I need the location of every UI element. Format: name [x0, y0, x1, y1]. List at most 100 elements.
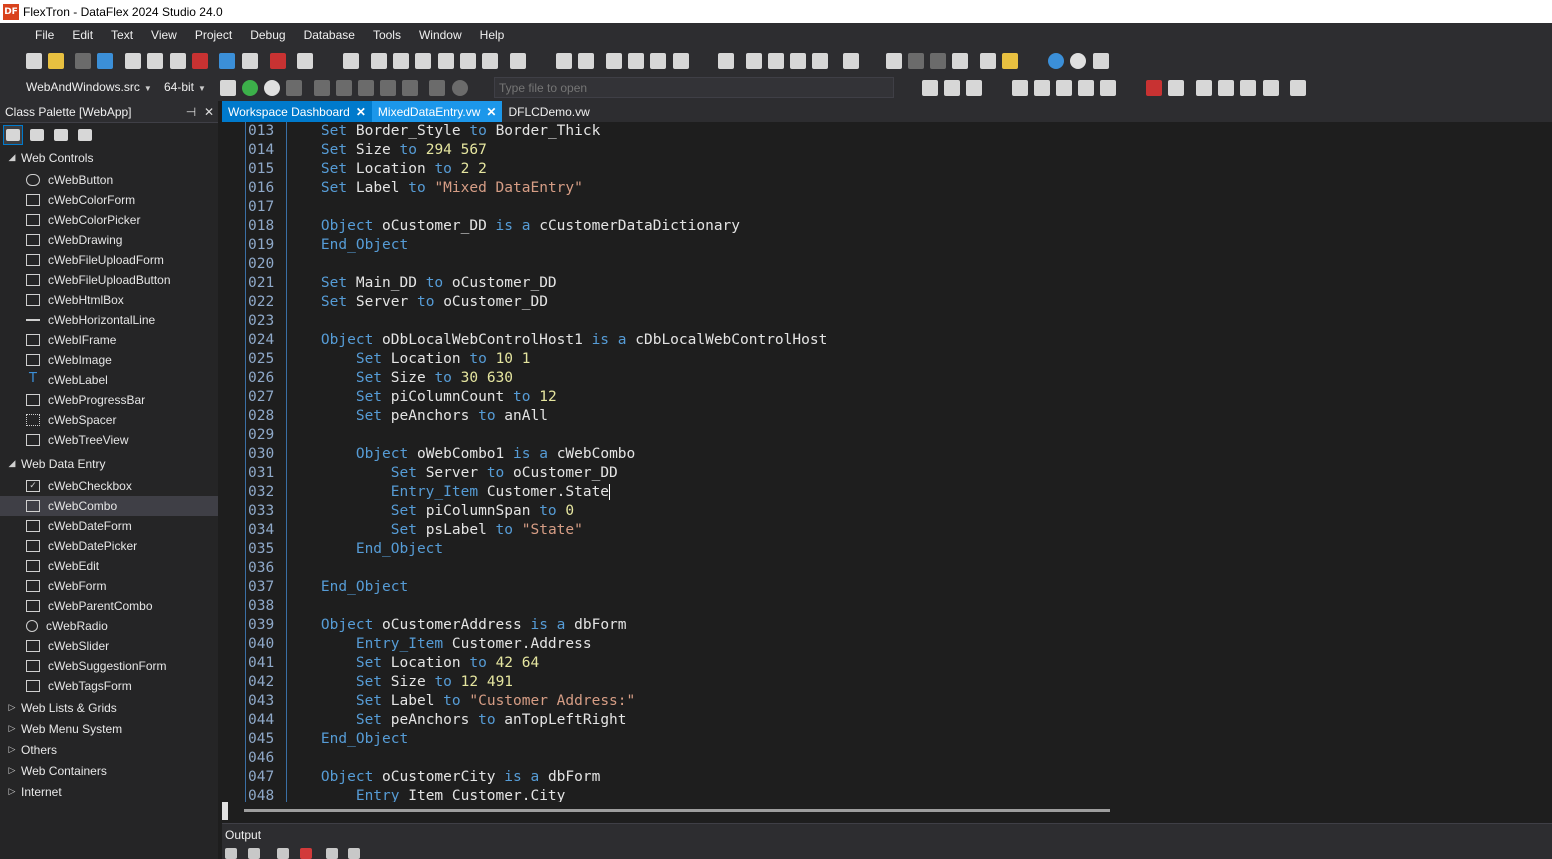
class-item-cwebhorizontalline[interactable]: cWebHorizontalLine — [0, 310, 218, 330]
layout-icon[interactable] — [606, 53, 622, 69]
menu-view[interactable]: View — [142, 23, 186, 47]
tab-workspace-dashboard[interactable]: Workspace Dashboard ✕ — [222, 101, 372, 122]
menu-window[interactable]: Window — [410, 23, 471, 47]
data-classes-icon[interactable] — [51, 125, 71, 145]
code-line[interactable]: 041 Set Location to 42 64 — [248, 654, 539, 673]
outdent-icon[interactable] — [1002, 53, 1018, 69]
class-item-cwebdateform[interactable]: cWebDateForm — [0, 516, 218, 536]
align-bottom-icon[interactable] — [790, 53, 806, 69]
code-line[interactable]: 017 — [248, 198, 286, 217]
code-line[interactable]: 047 Object oCustomerCity is a dbForm — [248, 768, 600, 787]
group-web-menu-system[interactable]: ▷ Web Menu System — [0, 718, 218, 739]
code-line[interactable]: 036 — [248, 559, 286, 578]
class-item-cwebfileuploadbutton[interactable]: cWebFileUploadButton — [0, 270, 218, 290]
menu-file[interactable]: File — [26, 23, 63, 47]
table-columns-icon[interactable] — [1078, 80, 1094, 96]
refresh-icon[interactable] — [556, 53, 572, 69]
editor-horizontal-scrollbar[interactable] — [222, 802, 1552, 820]
stop-icon[interactable] — [286, 80, 302, 96]
project-select[interactable]: WebAndWindows.src ▼ — [26, 78, 152, 97]
delete-icon[interactable] — [192, 53, 208, 69]
output-prev-icon[interactable] — [225, 848, 237, 859]
web-server-icon[interactable] — [1218, 80, 1234, 96]
dialog-icon[interactable] — [393, 53, 409, 69]
code-line[interactable]: 043 Set Label to "Customer Address:" — [248, 692, 635, 711]
scrollbar-thumb[interactable] — [244, 809, 1110, 812]
code-line[interactable]: 025 Set Location to 10 1 — [248, 350, 531, 369]
code-line[interactable]: 022 Set Server to oCustomer_DD — [248, 293, 548, 312]
code-line[interactable]: 030 Object oWebCombo1 is a cWebCombo — [248, 445, 635, 464]
monitor-icon[interactable] — [1196, 80, 1212, 96]
table-relations-icon[interactable] — [944, 80, 960, 96]
open-folder-icon[interactable] — [48, 53, 64, 69]
sync-icon[interactable] — [578, 53, 594, 69]
code-line[interactable]: 029 — [248, 426, 286, 445]
breakpoints-icon[interactable] — [402, 80, 418, 96]
save-icon[interactable] — [75, 53, 91, 69]
custom-classes-icon[interactable] — [75, 125, 95, 145]
save-all-icon[interactable] — [97, 53, 113, 69]
workspace-icon[interactable] — [415, 53, 431, 69]
breakpoint-icon[interactable] — [452, 80, 468, 96]
group-others[interactable]: ▷ Others — [0, 739, 218, 760]
find-prev-icon[interactable] — [930, 53, 946, 69]
menu-help[interactable]: Help — [471, 23, 514, 47]
report-icon[interactable] — [438, 53, 454, 69]
menu-database[interactable]: Database — [295, 23, 364, 47]
tab-dflcdemo[interactable]: DFLCDemo.vw — [502, 101, 595, 122]
align-top-icon[interactable] — [746, 53, 762, 69]
class-item-cwebfileuploadform[interactable]: cWebFileUploadForm — [0, 250, 218, 270]
code-line[interactable]: 021 Set Main_DD to oCustomer_DD — [248, 274, 557, 293]
align-right-icon[interactable] — [812, 53, 828, 69]
menu-text[interactable]: Text — [102, 23, 142, 47]
group-web-controls[interactable]: ◢ Web Controls — [0, 147, 218, 168]
code-line[interactable]: 037 End_Object — [248, 578, 408, 597]
code-line[interactable]: 018 Object oCustomer_DD is a cCustomerDa… — [248, 217, 740, 236]
menu-edit[interactable]: Edit — [63, 23, 102, 47]
link-icon[interactable] — [673, 53, 689, 69]
output-paste-icon[interactable] — [326, 848, 338, 859]
output-clear-icon[interactable] — [300, 848, 312, 859]
new-file-icon[interactable] — [26, 53, 42, 69]
align-left-icon[interactable] — [718, 53, 734, 69]
breakpoint-gutter[interactable] — [222, 122, 245, 802]
web-classes-icon[interactable] — [3, 125, 23, 145]
class-item-cwebcombo[interactable]: cWebCombo — [0, 496, 218, 516]
code-line[interactable]: 026 Set Size to 30 630 — [248, 369, 513, 388]
group-internet[interactable]: ▷ Internet — [0, 781, 218, 802]
code-line[interactable]: 033 Set piColumnSpan to 0 — [248, 502, 574, 521]
class-item-cwebslider[interactable]: cWebSlider — [0, 636, 218, 656]
code-line[interactable]: 042 Set Size to 12 491 — [248, 673, 513, 692]
code-line[interactable]: 023 — [248, 312, 286, 331]
step-over-icon[interactable] — [314, 80, 330, 96]
stop-record-icon[interactable] — [1146, 80, 1162, 96]
code-line[interactable]: 015 Set Location to 2 2 — [248, 160, 487, 179]
table-icon[interactable] — [922, 80, 938, 96]
align-middle-icon[interactable] — [768, 53, 784, 69]
class-item-cweblabel[interactable]: TcWebLabel — [0, 370, 218, 390]
watch-icon[interactable] — [429, 80, 445, 96]
class-item-cwebdrawing[interactable]: cWebDrawing — [0, 230, 218, 250]
code-line[interactable]: 014 Set Size to 294 567 — [248, 141, 487, 160]
close-tab-icon[interactable]: ✕ — [486, 105, 496, 119]
code-line[interactable]: 019 End_Object — [248, 236, 408, 255]
close-tab-icon[interactable]: ✕ — [356, 105, 366, 119]
file-open-input[interactable] — [494, 77, 894, 98]
class-item-cwebcheckbox[interactable]: ✓ cWebCheckbox — [0, 476, 218, 496]
properties-icon[interactable] — [1263, 80, 1279, 96]
cut-icon[interactable] — [125, 53, 141, 69]
class-item-cwebradio[interactable]: cWebRadio — [0, 616, 218, 636]
code-line[interactable]: 035 End_Object — [248, 540, 443, 559]
export-icon[interactable] — [628, 53, 644, 69]
code-line[interactable]: 044 Set peAnchors to anTopLeftRight — [248, 711, 627, 730]
platform-select[interactable]: 64-bit ▼ — [164, 78, 206, 97]
code-line[interactable]: 024 Object oDbLocalWebControlHost1 is a … — [248, 331, 827, 350]
window-icon[interactable] — [343, 53, 359, 69]
close-icon[interactable]: ✕ — [200, 105, 218, 119]
class-item-cwebdatepicker[interactable]: cWebDatePicker — [0, 536, 218, 556]
class-item-cwebhtmlbox[interactable]: cWebHtmlBox — [0, 290, 218, 310]
run-to-cursor-icon[interactable] — [380, 80, 396, 96]
indent-icon[interactable] — [980, 53, 996, 69]
class-item-cwebspacer[interactable]: cWebSpacer — [0, 410, 218, 430]
code-line[interactable]: 016 Set Label to "Mixed DataEntry" — [248, 179, 583, 198]
